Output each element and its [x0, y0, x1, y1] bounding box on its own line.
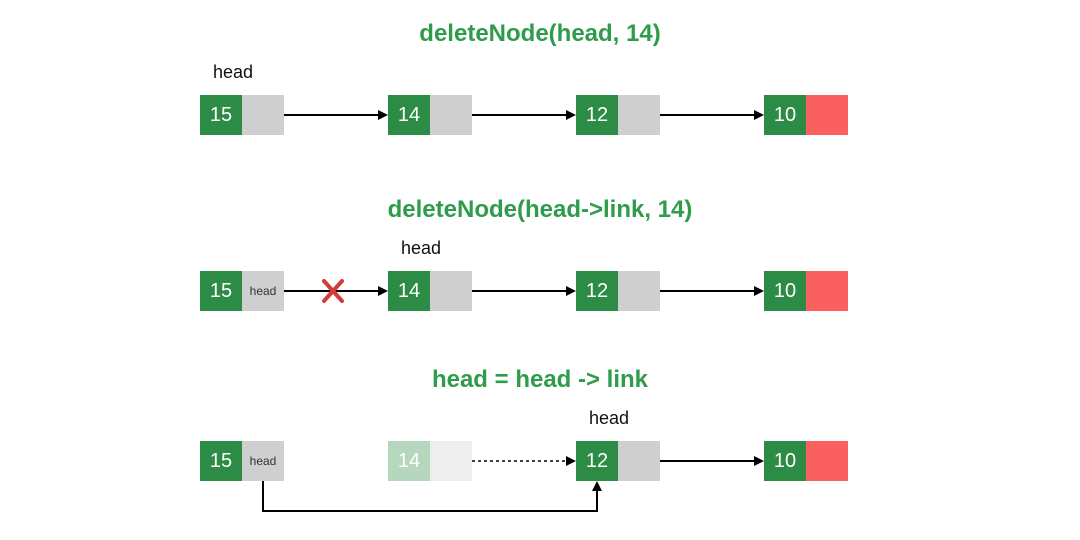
node-pointer	[618, 271, 660, 311]
head-label-r1: head	[213, 62, 253, 83]
arrow-r3-1-2-dotted	[472, 454, 576, 468]
node-r2-3: 10	[764, 271, 848, 311]
node-r1-0: 15	[200, 95, 284, 135]
arrow-r2-2-3	[660, 284, 764, 298]
node-r2-1: 14	[388, 271, 472, 311]
node-r1-3: 10	[764, 95, 848, 135]
arrow-r1-1-2	[472, 108, 576, 122]
node-pointer: head	[242, 271, 284, 311]
node-value: 15	[200, 95, 242, 135]
arrow-r2-1-2	[472, 284, 576, 298]
node-value: 14	[388, 95, 430, 135]
node-value: 10	[764, 95, 806, 135]
arrow-r1-2-3	[660, 108, 764, 122]
node-value: 10	[764, 441, 806, 481]
node-value: 14	[388, 271, 430, 311]
title-delete-head-14: deleteNode(head, 14)	[0, 20, 1080, 48]
node-value: 12	[576, 95, 618, 135]
node-pointer	[430, 95, 472, 135]
arrow-r2-0-1	[284, 278, 388, 304]
node-pointer	[242, 95, 284, 135]
node-pointer	[618, 95, 660, 135]
node-value: 12	[576, 441, 618, 481]
node-pointer	[430, 441, 472, 481]
node-pointer-tail	[806, 95, 848, 135]
node-r2-0: 15 head	[200, 271, 284, 311]
skip-arrow-r3-0-2	[258, 481, 618, 531]
node-r3-1-faded: 14	[388, 441, 472, 481]
head-label-r2: head	[401, 238, 441, 259]
node-pointer: head	[242, 441, 284, 481]
title-head-eq-headlink: head = head -> link	[0, 366, 1080, 394]
node-r3-0: 15 head	[200, 441, 284, 481]
node-r2-2: 12	[576, 271, 660, 311]
node-pointer	[430, 271, 472, 311]
node-value: 14	[388, 441, 430, 481]
arrow-r3-2-3	[660, 454, 764, 468]
node-r3-3: 10	[764, 441, 848, 481]
node-pointer	[618, 441, 660, 481]
arrow-r1-0-1	[284, 108, 388, 122]
node-r3-2: 12	[576, 441, 660, 481]
node-value: 15	[200, 441, 242, 481]
node-r1-2: 12	[576, 95, 660, 135]
node-value: 12	[576, 271, 618, 311]
node-pointer-tail	[806, 271, 848, 311]
title-delete-headlink-14: deleteNode(head->link, 14)	[0, 196, 1080, 224]
node-value: 10	[764, 271, 806, 311]
node-pointer-tail	[806, 441, 848, 481]
node-r1-1: 14	[388, 95, 472, 135]
head-label-r3: head	[589, 408, 629, 429]
node-value: 15	[200, 271, 242, 311]
